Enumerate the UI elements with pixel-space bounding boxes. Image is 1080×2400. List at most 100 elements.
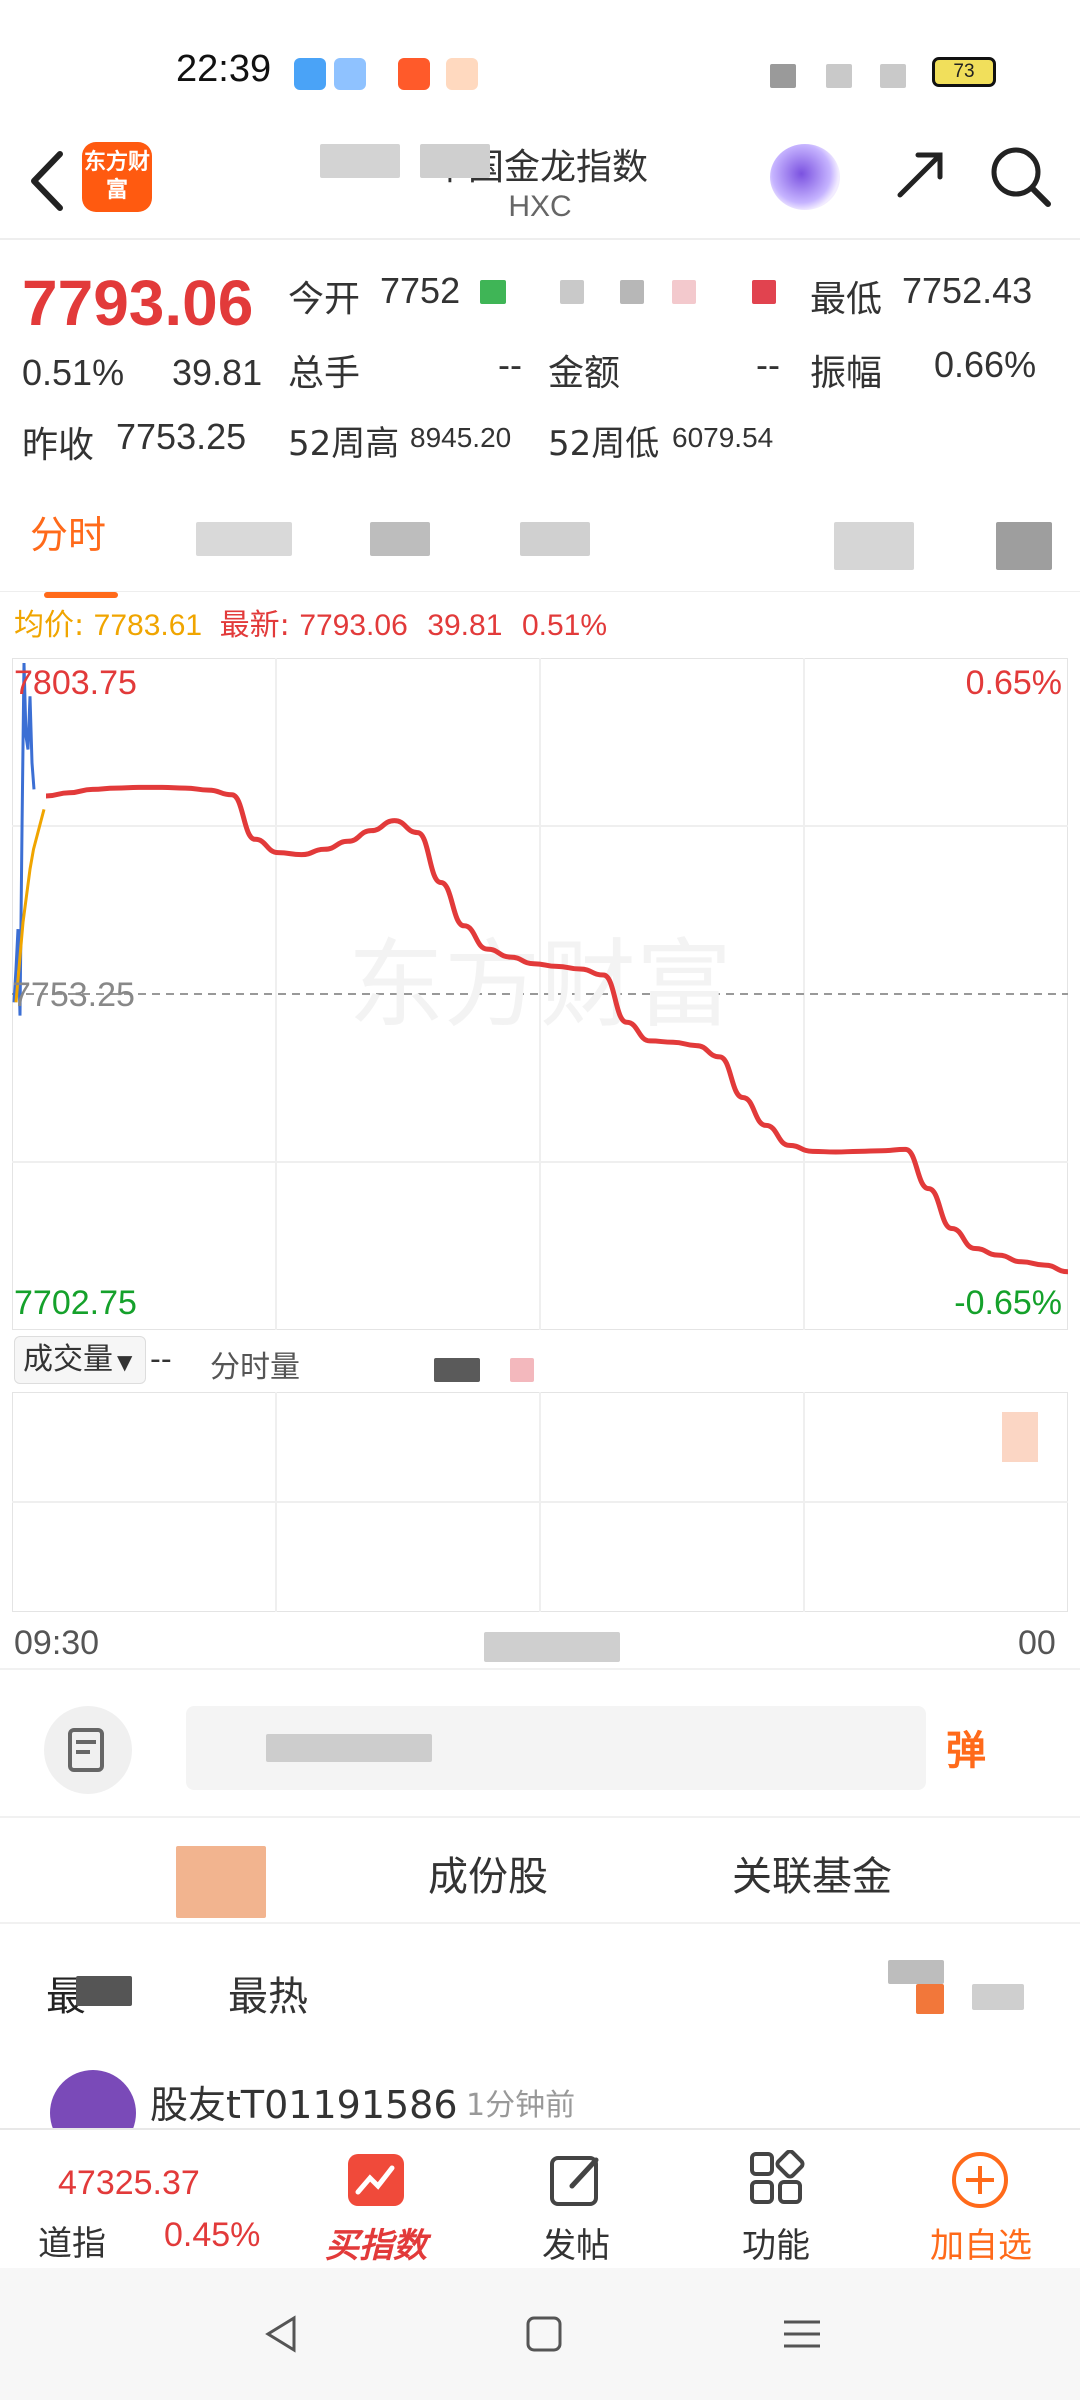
- intraday-chart[interactable]: 东方财富 7803.75 7753.25 7702.75 0.65% -0.65…: [12, 658, 1068, 1330]
- latest-label: 最新:: [219, 608, 290, 643]
- low52-value: 6079.54: [672, 422, 774, 453]
- x-end-label: 00: [1018, 1624, 1056, 1662]
- add-watchlist-label: 加自选: [930, 2226, 1032, 2266]
- low52-label: 52周低: [548, 424, 660, 464]
- post-item[interactable]: 股友tT01191586 1分钟前: [0, 2070, 1080, 2156]
- tab-redacted[interactable]: [370, 522, 430, 556]
- tab-redacted[interactable]: [996, 522, 1052, 570]
- sort-hottest[interactable]: 最热: [228, 1964, 308, 2022]
- ticker-value: 47325.37: [58, 2164, 200, 2202]
- prev-close-value: 7753.25: [116, 416, 247, 457]
- signal-icon: [770, 64, 796, 88]
- open-value: 7752: [380, 270, 461, 311]
- avg-label: 均价:: [14, 608, 85, 643]
- change-pct: 0.51%: [22, 352, 125, 393]
- filter-redacted[interactable]: [888, 1960, 944, 1984]
- volume-value: --: [498, 344, 522, 385]
- y-bottom-label: 7702.75: [14, 1284, 137, 1322]
- network-icon: [880, 64, 906, 88]
- title-redacted: [320, 144, 400, 178]
- segment-tabs: 成份股 关联基金: [0, 1816, 1080, 1924]
- x-start-label: 09:30: [14, 1624, 100, 1662]
- tab-redacted[interactable]: [834, 522, 914, 570]
- redacted-block: [560, 280, 584, 304]
- wifi-icon: [826, 64, 852, 88]
- prev-close-label: 昨收: [22, 425, 95, 466]
- volume-selector[interactable]: 成交量 ▼: [14, 1336, 146, 1384]
- quote-panel: 7793.06 0.51% 39.81 今开 7752 最低 7752.43 总…: [0, 240, 1080, 480]
- document-icon[interactable]: [44, 1706, 132, 1794]
- low-label: 最低: [810, 279, 883, 320]
- volume-selector-value: --: [150, 1342, 172, 1377]
- segment-constituents[interactable]: 成份股: [428, 1844, 548, 1902]
- post-label: 发帖: [542, 2226, 610, 2266]
- battery-icon: 73: [932, 57, 996, 87]
- nav-home-icon[interactable]: [524, 2314, 564, 2354]
- filter-redacted[interactable]: [916, 1984, 944, 2014]
- chart-info-line: 均价: 7783.61 最新: 7793.06 39.81 0.51%: [14, 600, 607, 644]
- redacted-block: [480, 280, 506, 304]
- tab-intraday[interactable]: 分时: [30, 502, 130, 598]
- add-watchlist-button[interactable]: 加自选: [906, 2130, 1056, 2270]
- segment-related-funds[interactable]: 关联基金: [732, 1844, 892, 1902]
- nav-back-icon[interactable]: [262, 2314, 302, 2354]
- tab-intraday-label: 分时: [30, 513, 107, 557]
- redacted-block: [672, 280, 696, 304]
- post-button[interactable]: 发帖: [506, 2130, 646, 2270]
- latest-value: 7793.06: [299, 609, 408, 642]
- functions-label: 功能: [742, 2226, 810, 2266]
- x-mid-redacted: [484, 1632, 620, 1662]
- assistant-robot-icon[interactable]: [770, 144, 840, 210]
- app-notification-icon: [334, 58, 366, 90]
- app-notification-icon: [398, 58, 430, 90]
- volume-extra-label: 分时量: [210, 1350, 300, 1385]
- title-bar: 东方财富 中国金龙指数 HXC: [0, 130, 1080, 240]
- tab-redacted[interactable]: [196, 522, 292, 556]
- pct-bottom-label: -0.65%: [954, 1284, 1062, 1322]
- functions-button[interactable]: 功能: [706, 2130, 846, 2270]
- status-bar: 22:39 73: [0, 0, 1080, 130]
- open-label: 今开: [288, 279, 361, 320]
- nav-menu-icon[interactable]: [782, 2314, 822, 2354]
- high52-label: 52周高: [288, 424, 400, 464]
- search-icon[interactable]: [986, 142, 1056, 212]
- comment-placeholder-redacted: [266, 1734, 432, 1762]
- volume-label: 总手: [288, 353, 361, 394]
- plus-circle-icon: [952, 2152, 1008, 2208]
- filter-redacted[interactable]: [972, 1984, 1024, 2010]
- redacted-block: [434, 1358, 480, 1382]
- post-user[interactable]: 股友tT01191586: [150, 2074, 458, 2129]
- edit-icon: [550, 2156, 599, 2206]
- bottom-nav: 47325.37 道指 0.45% 买指数 发帖 功能 加自选: [0, 2128, 1080, 2268]
- system-nav-bar: [0, 2268, 1080, 2400]
- chevron-down-icon: ▼: [117, 1350, 133, 1374]
- redacted-block: [510, 1358, 534, 1382]
- pct-top-label: 0.65%: [966, 664, 1062, 702]
- volume-chart: [12, 1392, 1068, 1612]
- expand-icon[interactable]: [890, 140, 950, 210]
- amplitude-label: 振幅: [810, 353, 883, 394]
- current-price: 7793.06: [22, 267, 254, 339]
- grid-icon: [750, 2150, 805, 2204]
- feed-sort-bar: 最 最热: [0, 1926, 1080, 2056]
- tab-redacted[interactable]: [520, 522, 590, 556]
- danmaku-icon[interactable]: 弹: [946, 1718, 986, 1776]
- latest-change: 39.81: [427, 609, 503, 642]
- y-mid-label: 7753.25: [12, 976, 135, 1014]
- index-ticker[interactable]: 47325.37 道指 0.45%: [20, 2130, 280, 2270]
- buy-index-label: 买指数: [325, 2226, 427, 2266]
- ticker-pct: 0.45%: [164, 2216, 261, 2254]
- redacted-block: [1002, 1412, 1038, 1462]
- period-tabs: 分时: [0, 480, 1080, 598]
- title-redacted: [420, 144, 490, 178]
- buy-index-button[interactable]: 买指数: [306, 2130, 446, 2270]
- avg-value: 7783.61: [93, 609, 203, 642]
- high52-value: 8945.20: [410, 422, 512, 453]
- redacted-block: [752, 280, 776, 304]
- volume-selector-label: 成交量: [23, 1342, 113, 1377]
- low-value: 7752.43: [902, 270, 1033, 311]
- latest-pct: 0.51%: [521, 609, 608, 642]
- comment-input[interactable]: [186, 1706, 926, 1790]
- segment-tab-redacted[interactable]: [176, 1846, 266, 1918]
- amplitude-value: 0.66%: [934, 344, 1037, 385]
